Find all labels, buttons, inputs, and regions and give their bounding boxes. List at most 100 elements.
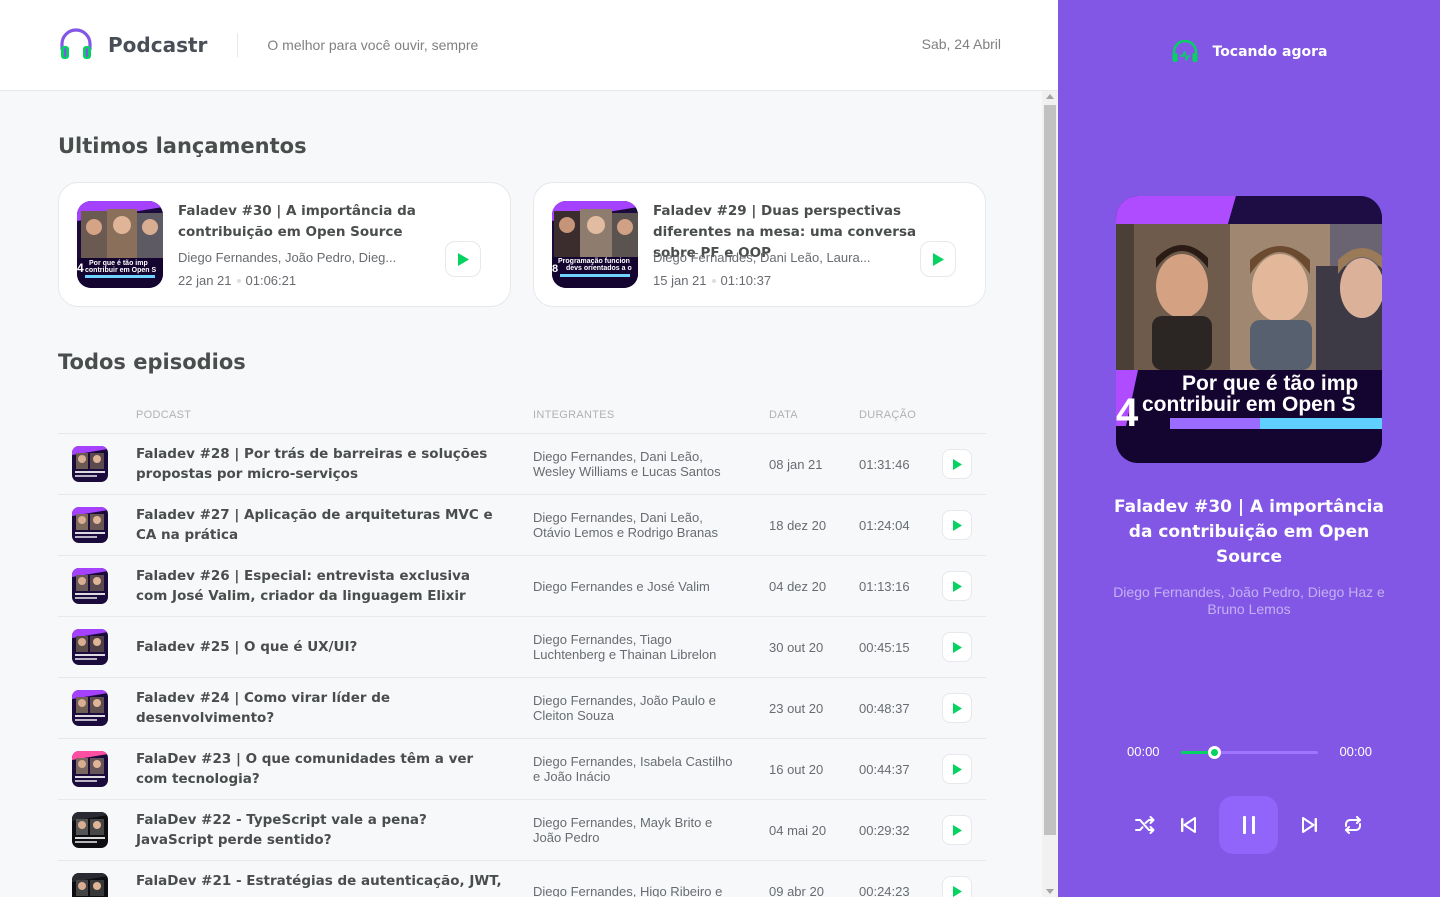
now-playing-header: Tocando agora — [1058, 40, 1440, 64]
play-button[interactable] — [942, 754, 972, 784]
episode-title-link[interactable]: FalaDev #22 - TypeScript vale a pena? Ja… — [136, 810, 506, 850]
table-row[interactable]: FalaDev #23 | O que comunidades têm a ve… — [58, 739, 986, 800]
episode-members: Diego Fernandes e José Valim — [533, 579, 710, 594]
episode-meta: 22 jan 21 01:06:21 — [178, 273, 296, 288]
svg-text:Programação funcion: Programação funcion — [558, 258, 630, 265]
episode-duration: 01:10:37 — [720, 273, 772, 288]
shuffle-icon — [1135, 816, 1155, 834]
episode-members: Diego Fernandes, João Paulo e Cleiton So… — [533, 693, 716, 723]
table-row[interactable]: Faladev #24 | Como virar líder de desenv… — [58, 678, 986, 739]
column-header-podcast: Podcast — [136, 409, 192, 421]
episode-title-link[interactable]: Faladev #26 | Especial: entrevista exclu… — [136, 566, 506, 606]
episode-duration: 00:44:37 — [859, 762, 910, 777]
current-date: Sab, 24 Abril — [921, 36, 1001, 52]
episode-title[interactable]: Faladev #30 | A importância da contribui… — [178, 201, 478, 243]
all-episodes-title: Todos episodios — [58, 350, 246, 374]
player-panel: Tocando agora Por que é tão imp contribu… — [1058, 0, 1440, 897]
episode-duration: 01:06:21 — [245, 273, 297, 288]
episode-duration: 00:45:15 — [859, 640, 910, 655]
play-button[interactable] — [942, 571, 972, 601]
episode-duration: 01:31:46 — [859, 457, 910, 472]
svg-text:4: 4 — [77, 261, 84, 275]
episode-duration: 01:13:16 — [859, 579, 910, 594]
play-icon — [953, 519, 962, 531]
player-controls — [1058, 796, 1440, 854]
play-icon — [953, 824, 962, 836]
episode-thumbnail — [72, 568, 108, 604]
column-header-date: Data — [769, 409, 798, 421]
episode-duration: 00:29:32 — [859, 823, 910, 838]
table-row[interactable]: FalaDev #22 - TypeScript vale a pena? Ja… — [58, 800, 986, 861]
play-button[interactable] — [942, 876, 972, 897]
current-time: 00:00 — [1127, 744, 1160, 759]
episode-members: Diego Fernandes, Isabela Castilho e João… — [533, 754, 733, 784]
separator-dot — [236, 279, 241, 283]
pause-button[interactable] — [1219, 796, 1278, 854]
scrollbar-thumb[interactable] — [1044, 105, 1056, 835]
episode-members: Diego Fernandes, Higo Ribeiro e — [533, 884, 723, 897]
episode-title-link[interactable]: Faladev #24 | Como virar líder de desenv… — [136, 688, 506, 728]
latest-episode-card[interactable]: Programação funcion devs orientados a o … — [533, 182, 986, 307]
app-header: Podcastr O melhor para você ouvir, sempr… — [0, 0, 1058, 91]
play-button[interactable] — [920, 241, 956, 277]
header-divider — [237, 33, 239, 57]
episode-members: Diego Fernandes, Dani Leão, Wesley Willi… — [533, 449, 721, 479]
scroll-down-arrow-icon[interactable] — [1046, 889, 1054, 894]
total-time: 00:00 — [1339, 744, 1372, 759]
episode-title-link[interactable]: Faladev #25 | O que é UX/UI? — [136, 637, 506, 657]
progress-knob[interactable] — [1207, 746, 1221, 759]
separator-dot — [711, 279, 716, 283]
play-button[interactable] — [942, 693, 972, 723]
play-button[interactable] — [942, 449, 972, 479]
repeat-button[interactable] — [1342, 814, 1364, 836]
episode-thumbnail: Programação funcion devs orientados a o … — [552, 201, 638, 288]
progress-slider[interactable] — [1181, 746, 1318, 759]
shuffle-button[interactable] — [1134, 814, 1156, 836]
table-row[interactable]: Faladev #27 | Aplicação de arquiteturas … — [58, 495, 986, 556]
episode-date: 23 out 20 — [769, 701, 824, 716]
table-row[interactable]: FalaDev #21 - Estratégias de autenticaçã… — [58, 861, 986, 897]
episode-members: Diego Fernandes, Dani Leão, Laura... — [653, 250, 871, 265]
next-button[interactable] — [1299, 814, 1321, 836]
play-button[interactable] — [445, 241, 481, 277]
episode-title-link[interactable]: Faladev #28 | Por trás de barreiras e so… — [136, 444, 506, 484]
episode-meta: 15 jan 21 01:10:37 — [653, 273, 771, 288]
table-header: Podcast Integrantes Data Duração — [58, 399, 986, 434]
play-button[interactable] — [942, 815, 972, 845]
play-icon — [953, 580, 962, 592]
table-row[interactable]: Faladev #26 | Especial: entrevista exclu… — [58, 556, 986, 617]
episode-title-link[interactable]: Faladev #27 | Aplicação de arquiteturas … — [136, 505, 506, 545]
column-header-members: Integrantes — [533, 409, 615, 421]
episode-date: 16 out 20 — [769, 762, 824, 777]
episode-title-link[interactable]: FalaDev #21 - Estratégias de autenticaçã… — [136, 871, 506, 891]
episode-date: 15 jan 21 — [653, 273, 707, 288]
episode-thumbnail — [72, 873, 108, 897]
episode-thumbnail — [72, 751, 108, 787]
scroll-up-arrow-icon[interactable] — [1046, 94, 1054, 99]
episode-date: 04 dez 20 — [769, 579, 827, 594]
episode-date: 08 jan 21 — [769, 457, 823, 472]
episode-members: Diego Fernandes, Tiago Luchtenberg e Tha… — [533, 632, 717, 662]
episode-date: 04 mai 20 — [769, 823, 827, 838]
progress-bar: 00:00 00:00 — [1126, 744, 1372, 760]
latest-episode-card[interactable]: Por que é tão imp contribuir em Open S 4… — [58, 182, 511, 307]
episode-members: Diego Fernandes, Mayk Brito e João Pedro — [533, 815, 713, 845]
play-icon — [953, 641, 962, 653]
play-icon — [953, 458, 962, 470]
svg-text:devs orientados a o: devs orientados a o — [566, 265, 632, 272]
play-button[interactable] — [942, 632, 972, 662]
table-row[interactable]: Faladev #25 | O que é UX/UI? Diego Fernan… — [58, 617, 986, 678]
scrollbar[interactable] — [1042, 91, 1058, 897]
playing-episode-title: Faladev #30 | A importância da contribui… — [1114, 497, 1384, 567]
episode-title-link[interactable]: FalaDev #23 | O que comunidades têm a ve… — [136, 749, 506, 789]
table-row[interactable]: Faladev #28 | Por trás de barreiras e so… — [58, 434, 986, 495]
episode-duration: 01:24:04 — [859, 518, 910, 533]
play-icon — [458, 252, 469, 266]
svg-text:Por que é tão imp: Por que é tão imp — [89, 260, 148, 267]
svg-text:8: 8 — [552, 263, 558, 275]
episodes-scroll-area[interactable]: Ultimos lançamentos Por que é tão imp co… — [0, 91, 1058, 897]
previous-button[interactable] — [1177, 814, 1199, 836]
play-button[interactable] — [942, 510, 972, 540]
episode-cover-image: Por que é tão imp contribuir em Open S 4 — [1116, 196, 1382, 463]
play-icon — [953, 763, 962, 775]
